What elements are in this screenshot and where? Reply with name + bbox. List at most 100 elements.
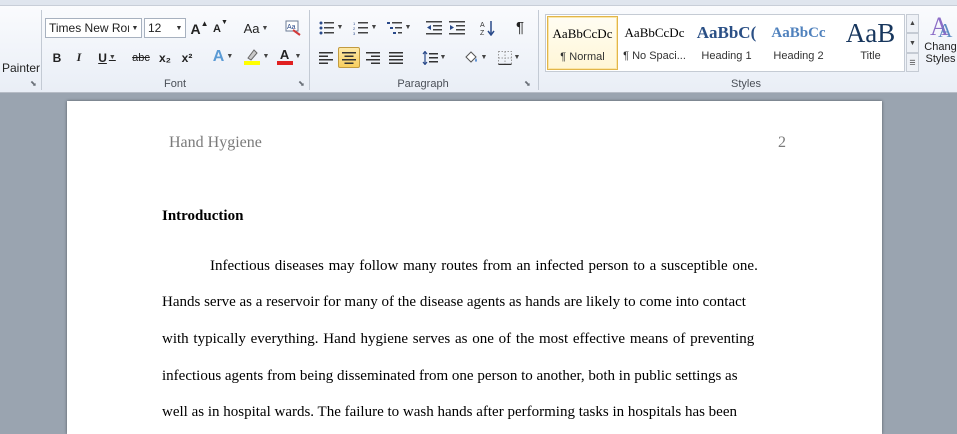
- change-styles-button[interactable]: A A Chang Styles: [924, 10, 957, 76]
- clipboard-dialog-launcher-icon[interactable]: ⬊: [30, 80, 38, 88]
- justify-button[interactable]: [386, 47, 406, 68]
- running-header-title: Hand Hygiene: [169, 134, 262, 151]
- gallery-more-icon[interactable]: ☰: [906, 53, 919, 72]
- chevron-down-icon: ▼: [370, 24, 378, 31]
- shrink-font-label: A: [213, 22, 221, 35]
- clear-formatting-icon: Aa: [285, 20, 301, 36]
- caret-down-icon: ▼: [221, 19, 228, 26]
- justify-icon: [389, 51, 403, 64]
- sort-button[interactable]: A Z: [478, 17, 498, 38]
- underline-label: U: [98, 50, 107, 65]
- superscript-button[interactable]: x²: [177, 47, 197, 68]
- multilevel-list-icon: [386, 21, 402, 34]
- show-formatting-marks-button[interactable]: ¶: [510, 17, 530, 38]
- font-color-button[interactable]: A ▼: [275, 46, 303, 67]
- style-preview: AaBbCcDc: [624, 25, 685, 40]
- body-text-line: infectious agents from being disseminate…: [162, 368, 738, 384]
- chevron-down-icon: ▼: [226, 53, 234, 60]
- borders-button[interactable]: ▼: [494, 47, 524, 68]
- subscript-label: x₂: [158, 50, 171, 65]
- chevron-down-icon: ▼: [108, 54, 116, 61]
- shrink-font-button[interactable]: A ▼: [211, 18, 230, 39]
- style-name: Heading 1: [701, 50, 752, 62]
- bullets-icon: [319, 21, 334, 34]
- format-painter-button[interactable]: Painter: [0, 57, 40, 78]
- chevron-down-icon: ▼: [439, 54, 447, 61]
- paragraph-dialog-launcher-icon[interactable]: ⬊: [524, 80, 532, 88]
- grow-font-button[interactable]: A ▲: [190, 18, 209, 39]
- numbering-button[interactable]: 1 2 3 ▼: [350, 17, 380, 38]
- decrease-indent-button[interactable]: [424, 17, 444, 38]
- shading-button[interactable]: ▼: [460, 47, 490, 68]
- underline-button[interactable]: U ▼: [92, 47, 122, 68]
- font-size-combo[interactable]: 12 ▼: [144, 18, 186, 38]
- grow-font-label: A: [190, 20, 201, 37]
- caret-up-icon: ▲: [200, 19, 209, 28]
- font-dialog-launcher-icon[interactable]: ⬊: [298, 80, 306, 88]
- body-text-line: well as in hospital wards. The failure t…: [162, 404, 738, 420]
- borders-icon: [497, 50, 512, 65]
- svg-text:Z: Z: [480, 30, 485, 36]
- numbering-icon: 1 2 3: [353, 21, 368, 35]
- section-heading: Introduction: [162, 208, 244, 224]
- chevron-down-icon[interactable]: ▼: [173, 19, 185, 37]
- body-text-line: Infectious diseases may follow many rout…: [210, 258, 758, 274]
- multilevel-list-button[interactable]: ▼: [384, 17, 414, 38]
- sort-icon: A Z: [480, 20, 495, 36]
- style-heading-2[interactable]: AaBbCc Heading 2: [763, 16, 834, 70]
- styles-group-label: Styles: [731, 78, 761, 90]
- align-left-icon: [319, 51, 333, 64]
- text-effects-button[interactable]: A ▼: [210, 46, 236, 67]
- chevron-down-icon[interactable]: ▼: [129, 19, 141, 37]
- body-text-line: with typically everything. Hand hygiene …: [162, 331, 755, 347]
- style-preview: AaBbCcDc: [552, 26, 613, 41]
- text-effects-label: A: [212, 47, 225, 65]
- document-page[interactable]: Hand Hygiene 2 Introduction Infectious d…: [67, 101, 882, 434]
- bold-button[interactable]: B: [47, 47, 67, 68]
- increase-indent-icon: [449, 20, 465, 34]
- page-number: 2: [778, 134, 786, 151]
- highlight-color-button[interactable]: ▼: [241, 46, 271, 67]
- style-title[interactable]: AaB Title: [835, 16, 906, 70]
- svg-text:A: A: [938, 20, 953, 41]
- style-preview: AaBbC(: [696, 23, 757, 42]
- svg-text:3: 3: [353, 31, 356, 35]
- gallery-scroll-up-icon[interactable]: ▲: [906, 14, 919, 33]
- font-color-swatch: [276, 60, 293, 65]
- style-normal[interactable]: AaBbCcDc ¶ Normal: [547, 16, 618, 70]
- chevron-down-icon: ▼: [404, 24, 412, 31]
- change-styles-label-line2: Styles: [925, 53, 956, 65]
- italic-button[interactable]: I: [69, 47, 89, 68]
- paragraph-group-label: Paragraph: [397, 78, 449, 90]
- styles-gallery: AaBbCcDc ¶ Normal AaBbCcDc ¶ No Spaci...…: [545, 14, 905, 72]
- style-heading-1[interactable]: AaBbC( Heading 1: [691, 16, 762, 70]
- increase-indent-button[interactable]: [447, 17, 467, 38]
- clear-formatting-button[interactable]: Aa: [283, 17, 303, 38]
- style-no-spacing[interactable]: AaBbCcDc ¶ No Spaci...: [619, 16, 690, 70]
- chevron-down-icon: ▼: [336, 24, 344, 31]
- font-color-label: A: [279, 46, 290, 62]
- gallery-scroll-down-icon[interactable]: ▼: [906, 33, 919, 53]
- strikethrough-button[interactable]: abc: [129, 47, 153, 68]
- style-preview: AaBbCc: [771, 24, 826, 41]
- chevron-down-icon: ▼: [261, 25, 269, 32]
- line-spacing-button[interactable]: ▼: [419, 47, 449, 68]
- group-separator: [538, 10, 539, 90]
- align-left-button[interactable]: [316, 47, 336, 68]
- svg-text:A: A: [480, 22, 485, 29]
- paint-bucket-icon: [464, 50, 477, 63]
- style-name: ¶ Normal: [560, 51, 605, 63]
- align-center-button[interactable]: [338, 47, 360, 68]
- bullets-button[interactable]: ▼: [316, 17, 346, 38]
- change-styles-label-line1: Chang: [924, 41, 957, 53]
- align-right-button[interactable]: [363, 47, 383, 68]
- subscript-button[interactable]: x₂: [155, 47, 175, 68]
- font-size-value: 12: [148, 21, 162, 35]
- font-name-combo[interactable]: Times New Rom ▼: [45, 18, 142, 38]
- font-name-value: Times New Rom: [49, 21, 129, 35]
- bold-label: B: [52, 50, 62, 65]
- style-name: ¶ No Spaci...: [623, 50, 686, 62]
- align-right-icon: [366, 51, 380, 64]
- change-case-button[interactable]: Aa ▼: [240, 18, 272, 39]
- align-center-icon: [342, 51, 356, 64]
